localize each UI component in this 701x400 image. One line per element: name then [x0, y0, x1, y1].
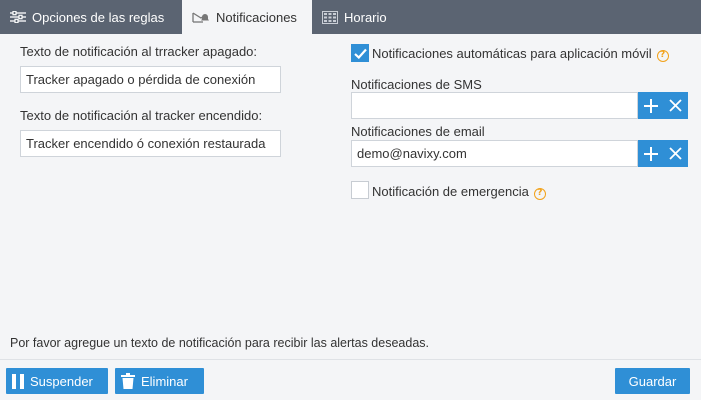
emergency-text: Notificación de emergencia: [372, 184, 529, 199]
plus-icon: [643, 146, 658, 161]
help-icon[interactable]: ?: [533, 188, 546, 200]
footer-divider: [0, 359, 701, 360]
suspend-label: Suspender: [30, 373, 93, 389]
tab-rule-options[interactable]: Opciones de las reglas: [0, 0, 182, 34]
hint-text: Por favor agregue un texto de notificaci…: [10, 336, 429, 350]
clear-email-button[interactable]: [663, 140, 688, 167]
auto-notif-label: Notificaciones automáticas para aplicaci…: [372, 46, 669, 62]
tab-label: Notificaciones: [216, 9, 297, 25]
tab-schedule[interactable]: Horario: [312, 0, 398, 34]
suspend-button[interactable]: Suspender: [6, 368, 108, 394]
tab-bar: Opciones de las reglas Notificaciones Ho…: [0, 0, 701, 34]
auto-notif-checkbox[interactable]: [351, 44, 369, 62]
sliders-icon: [10, 11, 26, 23]
trash-icon: [121, 373, 135, 389]
pause-icon: [12, 373, 24, 389]
calendar-grid-icon: [322, 10, 338, 24]
plus-icon: [643, 98, 658, 113]
add-sms-button[interactable]: [638, 92, 663, 119]
sms-input[interactable]: [351, 92, 638, 119]
off-text-label: Texto de notificación al trracker apagad…: [20, 44, 258, 59]
email-input[interactable]: demo@navixy.com: [351, 140, 638, 167]
help-icon[interactable]: ?: [656, 50, 669, 62]
sms-label: Notificaciones de SMS: [351, 77, 482, 92]
mail-bell-icon: [192, 11, 210, 23]
save-label: Guardar: [628, 373, 677, 389]
delete-label: Eliminar: [141, 373, 188, 389]
clear-sms-button[interactable]: [663, 92, 688, 119]
off-text-input[interactable]: Tracker apagado o pérdida de conexión: [20, 66, 281, 93]
email-label: Notificaciones de email: [351, 124, 485, 139]
checkmark-icon: [353, 48, 367, 59]
emergency-checkbox[interactable]: [351, 181, 369, 199]
tab-notifications[interactable]: Notificaciones: [182, 0, 312, 34]
delete-button[interactable]: Eliminar: [115, 368, 204, 394]
save-button[interactable]: Guardar: [615, 368, 690, 394]
on-text-label: Texto de notificación al tracker encendi…: [20, 108, 263, 123]
on-text-input[interactable]: Tracker encendido ó conexión restaurada: [20, 130, 281, 157]
add-email-button[interactable]: [638, 140, 663, 167]
close-icon: [669, 147, 682, 160]
auto-notif-text: Notificaciones automáticas para aplicaci…: [372, 46, 652, 61]
tab-label: Horario: [344, 9, 387, 25]
close-icon: [669, 99, 682, 112]
emergency-label: Notificación de emergencia?: [372, 184, 546, 200]
tab-label: Opciones de las reglas: [32, 9, 165, 25]
